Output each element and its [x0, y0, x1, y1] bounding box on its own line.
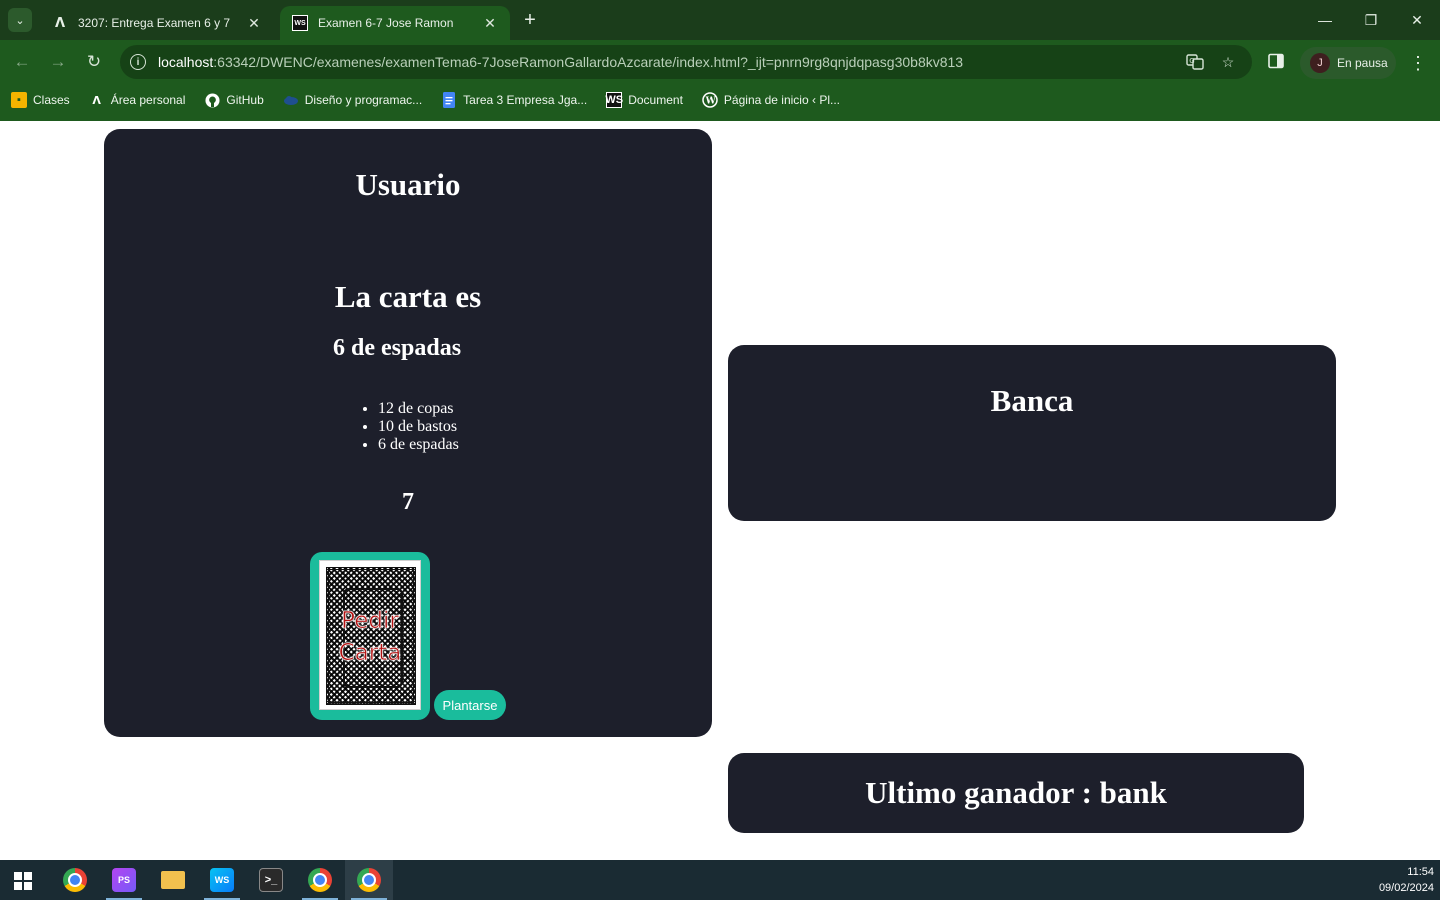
clock-time: 11:54: [1407, 866, 1434, 878]
list-item: 12 de copas: [378, 400, 459, 418]
svg-text:G: G: [1189, 57, 1194, 65]
bank-panel: Banca: [728, 345, 1336, 521]
tab-title: Examen 6-7 Jose Ramon: [318, 16, 454, 30]
bookmark-clases[interactable]: ▪ Clases: [11, 92, 70, 108]
webstorm-icon: WS: [605, 92, 624, 108]
avatar: J: [1310, 53, 1330, 73]
address-bar[interactable]: i localhost:63342/DWENC/examenes/examenT…: [120, 45, 1252, 79]
cloud-icon: [283, 92, 299, 108]
back-arrow-icon[interactable]: ←: [10, 50, 34, 74]
tab-entrega-examen[interactable]: Λ 3207: Entrega Examen 6 y 7 ✕: [40, 6, 274, 40]
docs-icon: [441, 92, 457, 108]
bookmarks-bar: ▪ Clases Λ Área personal GitHub Diseño y…: [0, 87, 1440, 113]
taskbar-file-explorer[interactable]: [149, 860, 197, 900]
chrome-icon: [63, 868, 87, 892]
list-item: 10 de bastos: [378, 418, 459, 436]
stand-button[interactable]: Plantarse: [434, 690, 506, 720]
draw-card-button[interactable]: Pedir Carta: [310, 552, 430, 720]
classroom-icon: ▪: [11, 92, 27, 108]
drawn-cards-list: 12 de copas 10 de bastos 6 de espadas: [378, 400, 459, 454]
taskbar-chrome[interactable]: [51, 860, 99, 900]
site-info-icon[interactable]: i: [130, 54, 146, 70]
side-panel-icon[interactable]: [1268, 53, 1286, 71]
bookmark-github[interactable]: GitHub: [204, 92, 264, 108]
bookmark-diseno[interactable]: Diseño y programac...: [283, 92, 422, 108]
browser-chrome: ⌄ Λ 3207: Entrega Examen 6 y 7 ✕ WS Exam…: [0, 0, 1440, 121]
reload-icon[interactable]: ↻: [82, 50, 106, 74]
last-winner-panel: Ultimo ganador : bank: [728, 753, 1304, 833]
profile-status-label: En pausa: [1337, 56, 1388, 70]
terminal-icon: >_: [259, 868, 283, 892]
system-clock[interactable]: 11:54 09/02/2024: [1379, 864, 1434, 896]
moodle-a-icon: Λ: [92, 93, 101, 107]
user-title: Usuario: [355, 167, 461, 202]
browser-toolbar: ← → ↻ i localhost:63342/DWENC/examenes/e…: [0, 40, 1440, 84]
taskbar: PS WS >_ 11:54 09/02/2024: [0, 860, 1440, 900]
points-total: 7: [402, 489, 414, 515]
taskbar-terminal[interactable]: >_: [247, 860, 295, 900]
translate-icon[interactable]: G: [1185, 53, 1205, 71]
tab-strip: ⌄ Λ 3207: Entrega Examen 6 y 7 ✕ WS Exam…: [0, 0, 1440, 40]
webstorm-icon: WS: [210, 868, 234, 892]
new-tab-plus-icon[interactable]: +: [518, 8, 542, 32]
windows-start-icon[interactable]: [14, 872, 32, 890]
window-close-icon[interactable]: ✕: [1401, 8, 1433, 32]
taskbar-chrome-profile[interactable]: [296, 860, 344, 900]
moodle-a-icon: Λ: [54, 15, 66, 31]
tab-title: 3207: Entrega Examen 6 y 7: [78, 16, 231, 30]
chrome-profile-active-icon: [357, 868, 381, 892]
bookmark-area-personal[interactable]: Λ Área personal: [89, 92, 185, 108]
user-panel: Usuario La carta es 6 de espadas 12 de c…: [104, 129, 712, 737]
card-heading: La carta es: [334, 279, 482, 314]
tab-examen-active[interactable]: WS Examen 6-7 Jose Ramon ✕: [280, 6, 510, 40]
draw-card-label: Pedir Carta: [338, 608, 402, 667]
last-winner-text: Ultimo ganador : bank: [865, 775, 1167, 810]
profile-button[interactable]: J En pausa: [1300, 47, 1396, 79]
taskbar-phpstorm[interactable]: PS: [100, 860, 148, 900]
restore-icon[interactable]: ❐: [1355, 8, 1387, 32]
close-icon[interactable]: ✕: [482, 15, 498, 32]
minimize-icon[interactable]: —: [1309, 8, 1341, 32]
bookmark-document[interactable]: WS Document: [605, 92, 683, 108]
taskbar-chrome-profile-active[interactable]: [345, 860, 393, 900]
list-item: 6 de espadas: [378, 436, 459, 454]
card-back-image: Pedir Carta: [319, 560, 421, 710]
more-menu-icon[interactable]: ⋮: [1408, 53, 1428, 73]
phpstorm-icon: PS: [112, 868, 136, 892]
url-text: localhost:63342/DWENC/examenes/examenTem…: [158, 54, 964, 70]
taskbar-webstorm[interactable]: WS: [198, 860, 246, 900]
wordpress-icon: W: [702, 92, 718, 108]
webstorm-icon: WS: [292, 15, 308, 31]
bookmark-tarea-3[interactable]: Tarea 3 Empresa Jga...: [441, 92, 587, 108]
forward-arrow-icon[interactable]: →: [46, 50, 70, 74]
bank-title: Banca: [990, 383, 1074, 418]
bookmark-star-icon[interactable]: ☆: [1218, 53, 1238, 71]
bookmark-pagina-inicio[interactable]: W Página de inicio ‹ Pl...: [702, 92, 840, 108]
github-icon: [204, 92, 220, 108]
clock-date: 09/02/2024: [1378, 882, 1434, 894]
chrome-profile-icon: [308, 868, 332, 892]
current-card: 6 de espadas: [333, 335, 462, 361]
svg-text:W: W: [705, 97, 717, 107]
close-icon[interactable]: ✕: [246, 15, 262, 32]
file-explorer-icon: [161, 871, 185, 889]
tab-search-chevron-icon[interactable]: ⌄: [8, 8, 32, 32]
